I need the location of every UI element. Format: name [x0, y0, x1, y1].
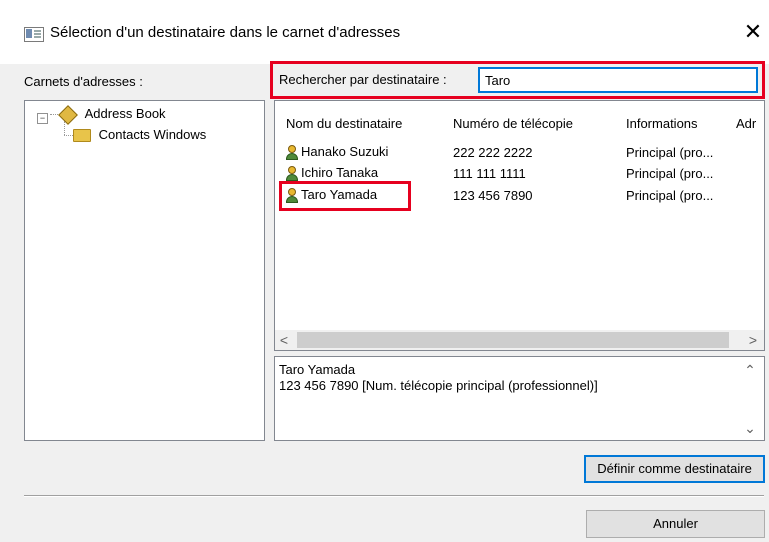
scroll-up-icon[interactable]: ⌃ — [741, 361, 759, 379]
column-header-fax[interactable]: Numéro de télécopie — [453, 116, 573, 131]
close-icon[interactable]: ✕ — [740, 18, 766, 46]
address-books-tree[interactable]: − Address Book Contacts Windows — [24, 100, 265, 441]
fax-cell: 111 111 1111 — [453, 166, 526, 181]
horizontal-scrollbar[interactable]: < > — [275, 330, 764, 350]
dialog-title: Sélection d'un destinataire dans le carn… — [50, 24, 401, 41]
contact-person-icon — [285, 145, 298, 161]
tree-connector — [64, 135, 73, 136]
search-input-value: Taro — [485, 73, 511, 88]
fax-cell: 123 456 7890 — [453, 188, 533, 203]
tree-connector — [64, 121, 65, 135]
details-fax: 123 456 7890 [Num. télécopie principal (… — [279, 378, 598, 393]
contact-person-icon — [285, 166, 298, 182]
separator — [24, 495, 764, 497]
info-cell: Principal (pro... — [626, 145, 714, 160]
tree-expander-icon[interactable]: − — [37, 110, 48, 128]
tree-item-address-book[interactable]: Address Book — [58, 104, 166, 125]
details-name: Taro Yamada — [279, 362, 356, 377]
recipient-name-cell: Ichiro Tanaka — [285, 165, 379, 182]
address-books-label: Carnets d'adresses : — [24, 74, 143, 89]
search-input[interactable]: Taro — [478, 67, 758, 93]
scroll-down-icon[interactable]: ⌄ — [741, 419, 759, 437]
column-header-name[interactable]: Nom du destinataire — [286, 116, 402, 131]
column-header-info[interactable]: Informations — [626, 116, 698, 131]
recipient-name-cell: Hanako Suzuki — [285, 144, 389, 161]
recipient-details-pane[interactable]: Taro Yamada 123 456 7890 [Num. télécopie… — [274, 356, 765, 441]
selected-row-highlight-box — [279, 181, 411, 211]
title-bar: Sélection d'un destinataire dans le carn… — [0, 0, 769, 64]
scrollbar-thumb[interactable] — [297, 332, 729, 348]
tree-item-contacts-windows[interactable]: Contacts Windows — [73, 127, 207, 143]
app-icon — [24, 27, 44, 42]
table-row[interactable]: Hanako Suzuki 222 222 2222 Principal (pr… — [283, 142, 753, 162]
tree-item-label: Address Book — [84, 106, 166, 121]
cell-text: Ichiro Tanaka — [301, 165, 379, 180]
table-row[interactable]: Ichiro Tanaka 111 111 1111 Principal (pr… — [283, 163, 753, 183]
cancel-button[interactable]: Annuler — [586, 510, 765, 538]
tree-item-label: Contacts Windows — [98, 127, 207, 142]
column-header-address[interactable]: Adr — [736, 116, 762, 131]
fax-cell: 222 222 2222 — [453, 145, 533, 160]
info-cell: Principal (pro... — [626, 166, 714, 181]
address-book-icon — [58, 104, 78, 125]
folder-icon — [73, 129, 91, 143]
scroll-right-icon[interactable]: > — [744, 331, 762, 349]
scroll-left-icon[interactable]: < — [275, 331, 293, 349]
set-recipient-button[interactable]: Définir comme destinataire — [584, 455, 765, 483]
recipients-list[interactable]: Nom du destinataire Numéro de télécopie … — [274, 100, 765, 351]
info-cell: Principal (pro... — [626, 188, 714, 203]
search-label: Rechercher par destinataire : — [279, 72, 447, 87]
cell-text: Hanako Suzuki — [301, 144, 389, 159]
